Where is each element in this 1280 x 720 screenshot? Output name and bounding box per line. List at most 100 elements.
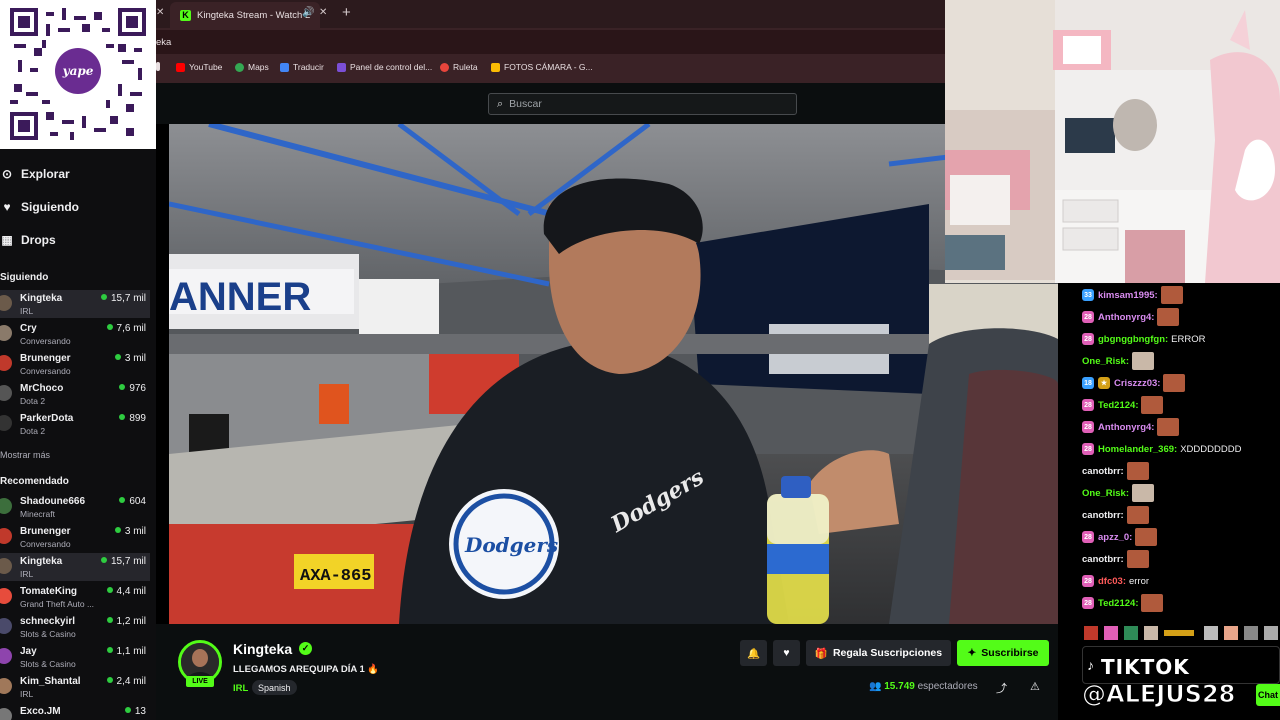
subscriber-badge: 28 (1082, 421, 1094, 433)
channel-name: MrChoco (20, 383, 64, 394)
subscriber-badge: 28 (1082, 531, 1094, 543)
follow-button[interactable]: ♥ (773, 640, 800, 666)
gift-subs-button[interactable]: 🎁 Regala Suscripciones (806, 640, 951, 666)
tiktok-overlay: ♪ TIKTOK (1082, 646, 1280, 684)
channel-name: Jay (20, 646, 37, 657)
bookmark-traducir[interactable]: Traducir (280, 62, 324, 72)
chat-message: canotbrr: (1082, 461, 1149, 481)
svg-text:Dodgers: Dodgers (464, 533, 558, 557)
notification-button[interactable]: 🔔 (740, 640, 767, 666)
channel-name: Exco.JM (20, 706, 61, 717)
bookmark-panel[interactable]: Panel de control del... (337, 62, 432, 72)
chat-message: 28 gbgnggbngfgn: ERROR (1082, 329, 1205, 349)
address-bar[interactable]: eka (156, 30, 945, 54)
avatar (0, 385, 12, 401)
channel-item[interactable]: Brunenger Conversando 3 mil (0, 523, 150, 551)
show-more-link[interactable]: Mostrar más (0, 450, 50, 460)
channel-item[interactable]: Kingteka IRL 15,7 mil (0, 290, 150, 318)
bookmark-maps[interactable]: Maps (235, 62, 269, 72)
channel-item[interactable]: ParkerDota Dota 2 899 (0, 410, 150, 438)
channel-item[interactable]: MrChoco Dota 2 976 (0, 380, 150, 408)
channel-name: Kingteka (20, 556, 63, 567)
channel-item[interactable]: Brunenger Conversando 3 mil (0, 350, 150, 378)
subscriber-badge: 28 (1082, 443, 1094, 455)
bell-icon: 🔔 (746, 647, 761, 660)
avatar (0, 325, 12, 341)
channel-item[interactable]: Kim_Shantal IRL 2,4 mil (0, 673, 150, 701)
channel-category: IRL (20, 689, 34, 699)
recommended-section-title: Recomendado (0, 476, 69, 487)
nav-explorar[interactable]: ⊙ Explorar (0, 161, 156, 187)
viewer-count: 7,6 mil (106, 323, 146, 334)
tab-bar: ✕ K Kingteka Stream - Watch L 🔊 ✕ + (156, 0, 945, 28)
channel-category: IRL (20, 306, 34, 316)
channel-category: Slots & Casino (20, 629, 76, 639)
url-text: eka (156, 37, 172, 48)
chat-username: Criszzz03: (1114, 377, 1161, 389)
streamer-name[interactable]: Kingteka (233, 641, 292, 657)
search-input[interactable]: ⌕ Buscar (488, 93, 797, 115)
avatar (0, 528, 12, 544)
bookmark-item[interactable] (156, 62, 164, 71)
channel-category: Conversando (20, 336, 71, 346)
maps-icon (235, 62, 244, 72)
channel-item[interactable]: schneckyirl Slots & Casino 1,2 mil (0, 613, 150, 641)
panel-icon (337, 62, 346, 72)
emote-icon (1157, 308, 1180, 326)
viewer-count: 3 mil (114, 353, 146, 364)
compass-icon: ⊙ (1, 167, 13, 181)
browser-tab-active[interactable]: K Kingteka Stream - Watch L (170, 2, 320, 28)
viewer-count: 15,7 mil (100, 556, 146, 567)
yape-qr-code: yape (0, 0, 156, 149)
channel-item[interactable]: Cry Conversando 7,6 mil (0, 320, 150, 348)
yape-logo: yape (55, 48, 101, 94)
bookmark-youtube[interactable]: YouTube (176, 62, 222, 72)
chat-toggle-button[interactable]: Chat (1256, 684, 1280, 706)
video-player[interactable]: ANNER AXA-865 Dodgers Dodgers (169, 124, 1058, 624)
chat-username: Homelander_369: (1098, 443, 1178, 455)
bookmark-ruleta[interactable]: Ruleta (440, 62, 478, 72)
drive-icon (491, 62, 500, 72)
emote-icon (1141, 396, 1164, 414)
stream-category[interactable]: IRL (233, 683, 248, 694)
chat-username: Anthonyrg4: (1098, 421, 1155, 433)
viewer-count: 3 mil (114, 526, 146, 537)
channel-name: ParkerDota (20, 413, 74, 424)
avatar (0, 678, 12, 694)
close-icon[interactable]: ✕ (156, 7, 164, 18)
chat-message: 28 Ted2124: (1082, 395, 1164, 415)
channel-item[interactable]: Shadoune666 Minecraft 604 (0, 493, 150, 521)
report-icon[interactable]: ⚠ (1030, 680, 1040, 693)
nav-drops[interactable]: ▦ Drops (0, 227, 156, 253)
bookmark-fotos[interactable]: FOTOS CÁMARA - G... (491, 62, 593, 72)
speaker-icon[interactable]: 🔊 (302, 7, 314, 18)
close-tab-icon[interactable]: ✕ (319, 7, 327, 18)
youtube-icon (176, 62, 185, 72)
license-plate: AXA-865 (300, 567, 371, 586)
channel-name: Cry (20, 323, 37, 334)
avatar (0, 648, 12, 664)
channel-item[interactable]: Kingteka IRL 15,7 mil (0, 553, 150, 581)
gift-badge-icon: ★ (1098, 377, 1110, 389)
nav-siguiendo[interactable]: ♥ Siguiendo (0, 194, 156, 220)
channel-item[interactable]: Jay Slots & Casino 1,1 mil (0, 643, 150, 671)
channel-item[interactable]: Exco.JM 13 (0, 703, 150, 720)
new-tab-icon[interactable]: + (342, 4, 351, 21)
avatar (0, 355, 12, 371)
chat-message: One_Risk: (1082, 483, 1154, 503)
live-badge: LIVE (186, 676, 214, 687)
channel-category: Grand Theft Auto ... (20, 599, 95, 609)
chat-username: canotbrr: (1082, 553, 1124, 565)
share-icon[interactable]: ⤴ (996, 680, 1007, 696)
viewers-icon: 👥 (869, 681, 882, 692)
chat-message: 28 Ted2124: (1082, 593, 1164, 613)
subscribe-button[interactable]: ✦ Suscribirse (957, 640, 1049, 666)
bookmarks-bar: YouTube Maps Traducir Panel de control d… (156, 57, 945, 79)
heart-icon: ♥ (3, 200, 11, 214)
subscribe-label: Suscribirse (981, 647, 1039, 659)
channel-item[interactable]: TomateKing Grand Theft Auto ... 4,4 mil (0, 583, 150, 611)
tiktok-logo-icon: ♪ (1087, 657, 1094, 673)
chat-username: Ted2124: (1098, 597, 1139, 609)
language-tag[interactable]: Spanish (252, 680, 297, 695)
star-icon: ✦ (967, 647, 977, 659)
